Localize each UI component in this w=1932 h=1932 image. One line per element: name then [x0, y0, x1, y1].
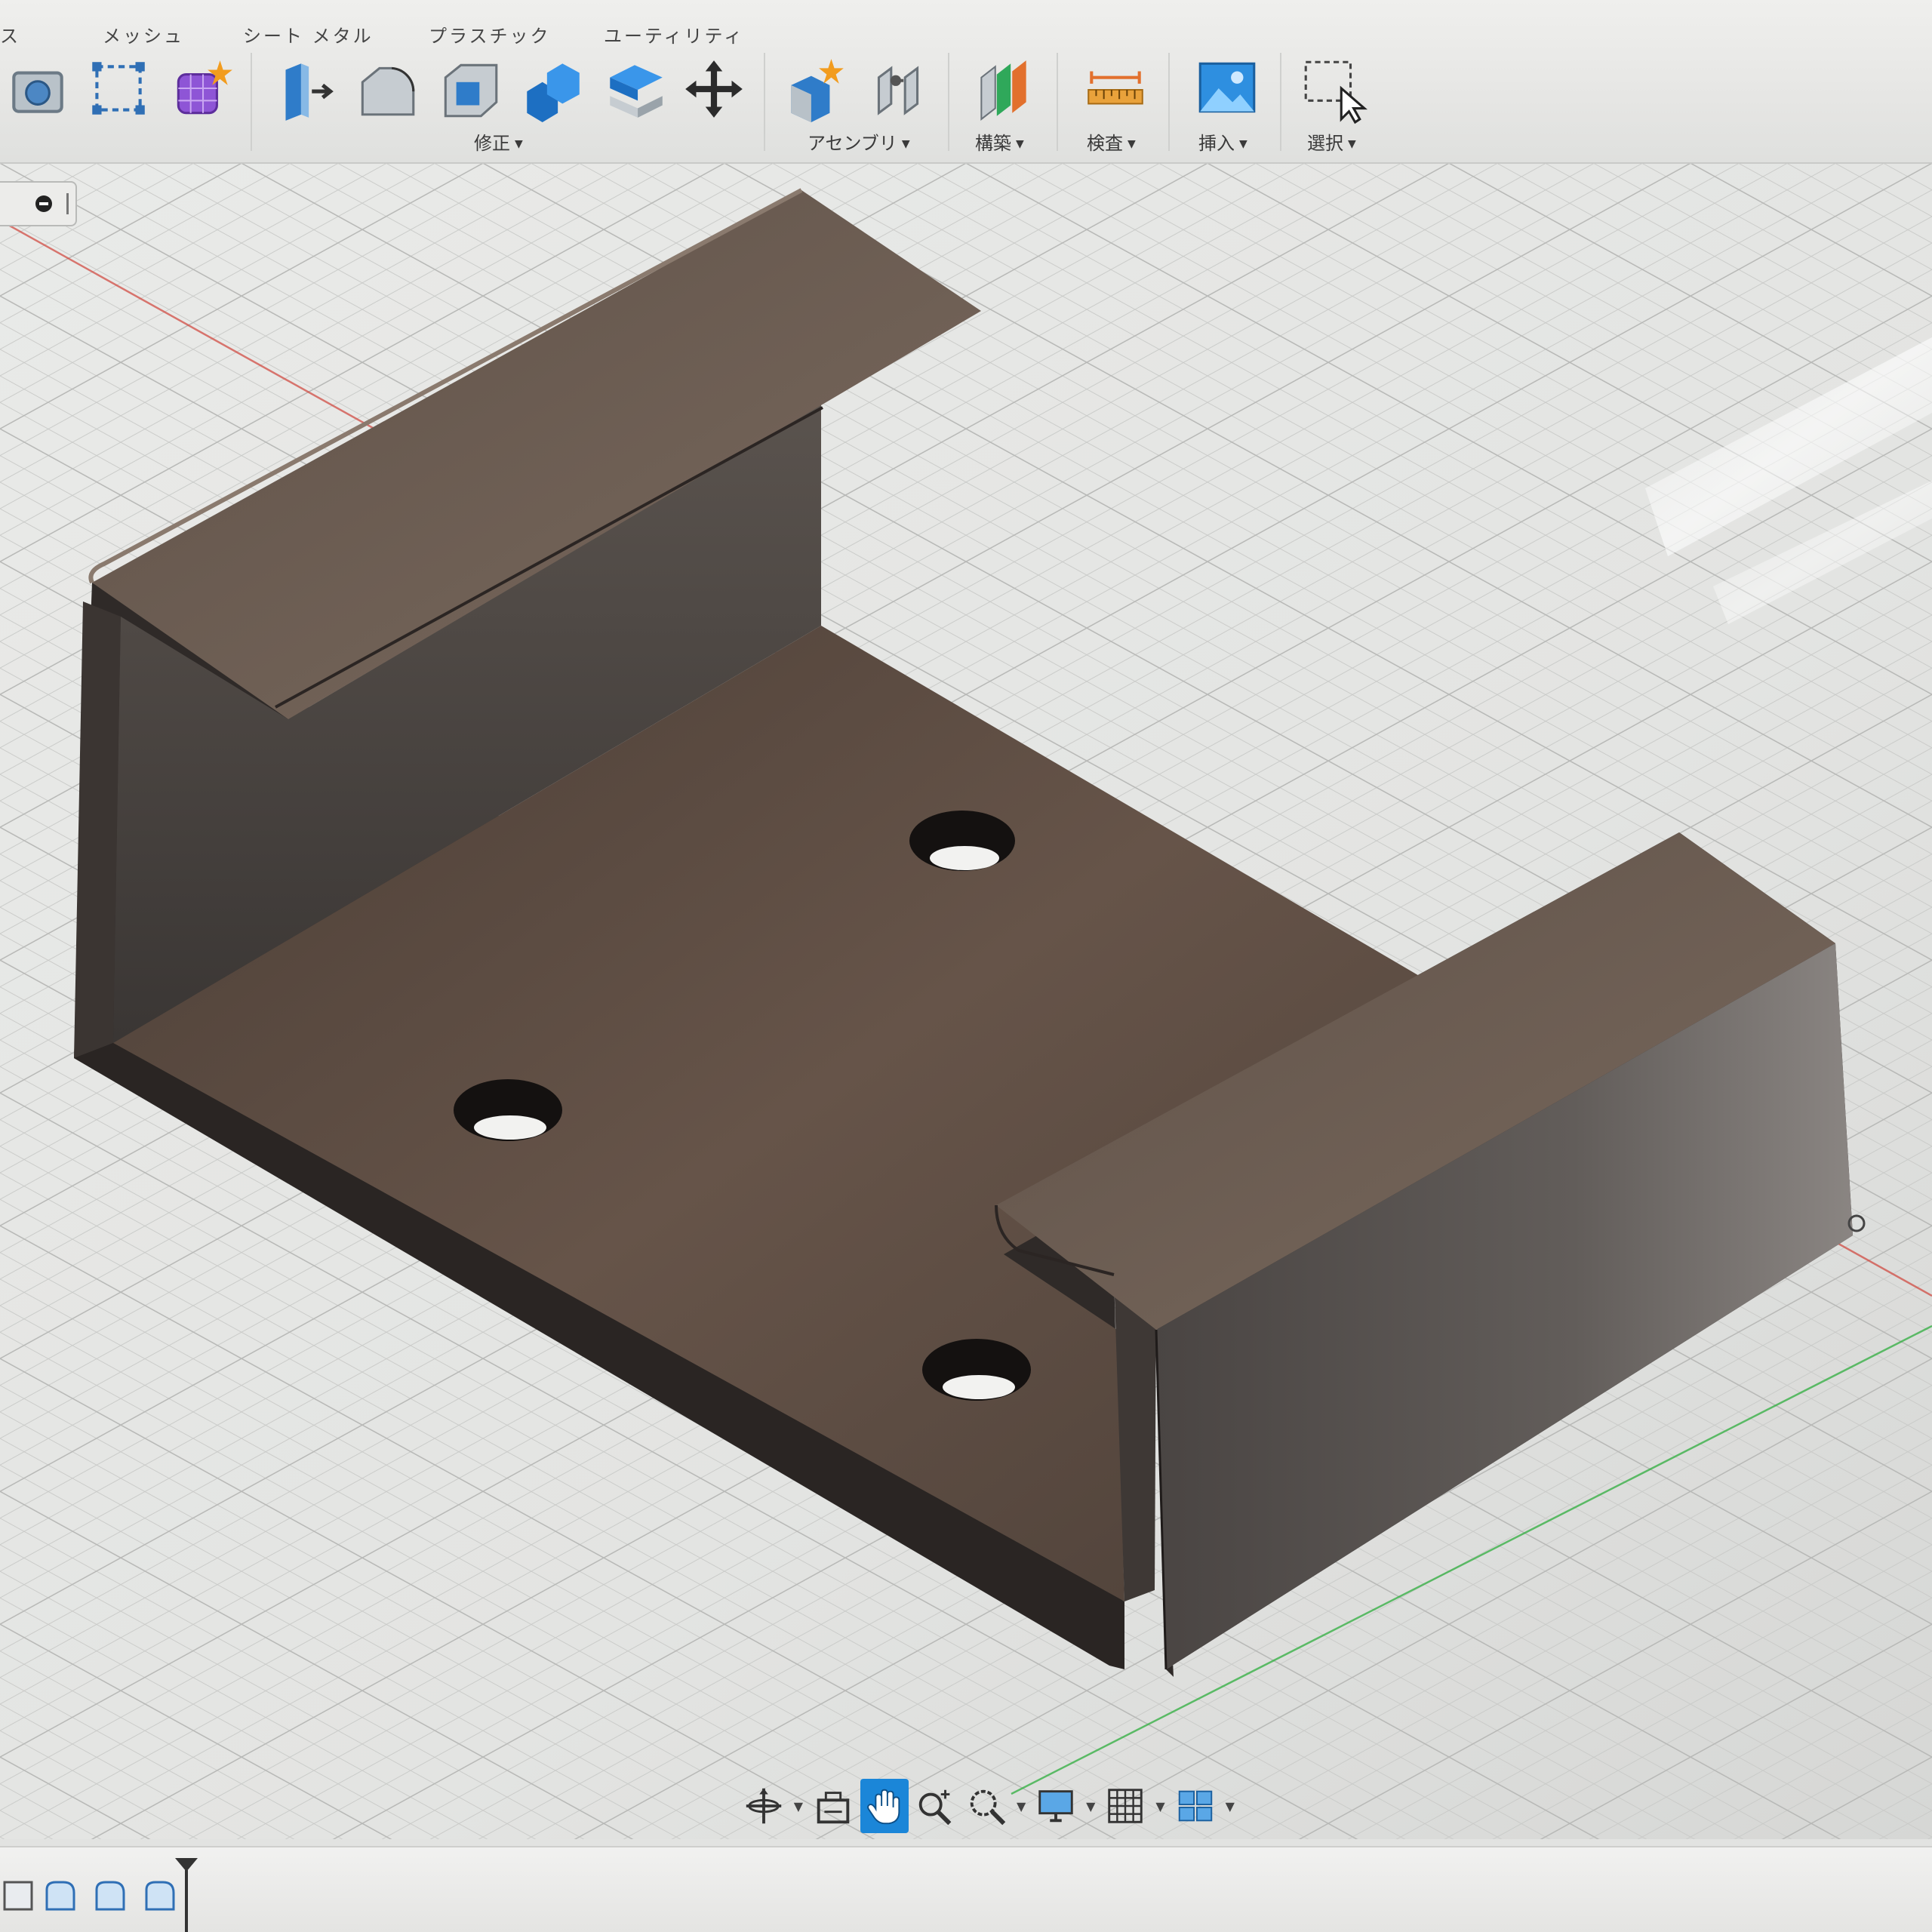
toolbar-separator	[251, 53, 252, 151]
fusion-window: ス メッシュ シート メタル プラスチック ユーティリティ 修正 ▼ アセンブリ…	[0, 0, 1932, 1932]
modify-label: 修正	[474, 133, 510, 154]
timeline-sketch-icon[interactable]	[0, 1876, 39, 1915]
viewport-canvas	[0, 164, 1932, 1839]
form-create-icon[interactable]	[165, 51, 240, 127]
joint-icon[interactable]	[860, 51, 936, 127]
tab-utility[interactable]: ユーティリティ	[604, 21, 744, 48]
chevron-down-icon[interactable]: ▼	[1223, 1779, 1238, 1833]
chevron-down-icon[interactable]: ▼	[1014, 1779, 1029, 1833]
offset-plane-icon[interactable]	[966, 51, 1041, 127]
tab-partial[interactable]: ス	[0, 21, 20, 48]
insert-label: 挿入	[1198, 133, 1235, 154]
timeline-feature-icon[interactable]	[41, 1876, 80, 1915]
timeline-marker-icon[interactable]	[175, 1858, 198, 1932]
tab-plastic[interactable]: プラスチック	[429, 21, 551, 48]
grid-icon[interactable]	[1102, 1779, 1150, 1833]
fit-icon[interactable]	[962, 1779, 1011, 1833]
timeline-feature-icon[interactable]	[91, 1876, 130, 1915]
toolbar-separator	[948, 53, 949, 151]
chevron-down-icon: ▼	[515, 138, 523, 150]
chevron-down-icon[interactable]: ▼	[1083, 1779, 1099, 1833]
shell-icon[interactable]	[432, 51, 507, 127]
insert-menu[interactable]: 挿入 ▼	[1198, 128, 1247, 155]
window-select-icon[interactable]	[1295, 51, 1371, 127]
assemble-menu[interactable]: アセンブリ ▼	[808, 128, 910, 155]
toolbar-separator	[1168, 53, 1170, 151]
fillet-icon[interactable]	[349, 51, 424, 127]
mounting-hole[interactable]	[454, 1079, 562, 1141]
press-pull-icon[interactable]	[266, 51, 341, 127]
toolbar-separator	[1280, 53, 1281, 151]
zoom-icon[interactable]	[912, 1779, 960, 1833]
browser-panel-toggle[interactable]	[0, 181, 77, 226]
chevron-down-icon[interactable]: ▼	[1152, 1779, 1168, 1833]
construct-label: 構築	[975, 133, 1011, 154]
pan-icon[interactable]	[860, 1779, 909, 1833]
chevron-down-icon: ▼	[1128, 138, 1136, 150]
chevron-down-icon: ▼	[1348, 138, 1356, 150]
chevron-down-icon[interactable]: ▼	[791, 1779, 807, 1833]
timeline-feature-icon[interactable]	[140, 1876, 180, 1915]
offset-face-icon[interactable]	[598, 51, 673, 127]
construct-menu[interactable]: 構築 ▼	[975, 128, 1024, 155]
chevron-down-icon: ▼	[1239, 138, 1247, 150]
new-component-icon[interactable]	[777, 51, 853, 127]
timeline-bar	[0, 1846, 1932, 1932]
modify-menu[interactable]: 修正 ▼	[474, 128, 523, 155]
move-icon[interactable]	[676, 51, 752, 127]
chevron-down-icon: ▼	[901, 138, 910, 150]
combine-icon[interactable]	[515, 51, 590, 127]
toolbar-separator	[1057, 53, 1058, 151]
inspect-menu[interactable]: 検査 ▼	[1087, 128, 1136, 155]
measure-icon[interactable]	[1078, 51, 1153, 127]
select-label: 選択	[1307, 133, 1343, 154]
mounting-hole[interactable]	[922, 1339, 1031, 1401]
mounting-hole[interactable]	[909, 811, 1015, 871]
tab-mesh[interactable]: メッシュ	[103, 21, 184, 48]
look-at-icon[interactable]	[809, 1779, 857, 1833]
orbit-icon[interactable]	[740, 1779, 788, 1833]
inspect-label: 検査	[1087, 133, 1123, 154]
insert-image-icon[interactable]	[1189, 51, 1265, 127]
chevron-down-icon: ▼	[1016, 138, 1024, 150]
tab-sheet-metal[interactable]: シート メタル	[243, 21, 374, 48]
navigation-bar: ▼ ▼ ▼ ▼ ▼	[740, 1772, 1238, 1840]
assemble-label: アセンブリ	[808, 133, 897, 154]
collapse-icon	[35, 193, 69, 214]
select-menu[interactable]: 選択 ▼	[1307, 128, 1356, 155]
3d-viewport[interactable]	[0, 164, 1932, 1839]
mesh-edge-icon[interactable]	[80, 51, 155, 127]
toolbar-separator	[764, 53, 765, 151]
viewports-icon[interactable]	[1171, 1779, 1220, 1833]
display-settings-icon[interactable]	[1032, 1779, 1080, 1833]
create-sketch-icon[interactable]	[0, 51, 75, 127]
ribbon-toolbar: ス メッシュ シート メタル プラスチック ユーティリティ 修正 ▼ アセンブリ…	[0, 0, 1932, 164]
